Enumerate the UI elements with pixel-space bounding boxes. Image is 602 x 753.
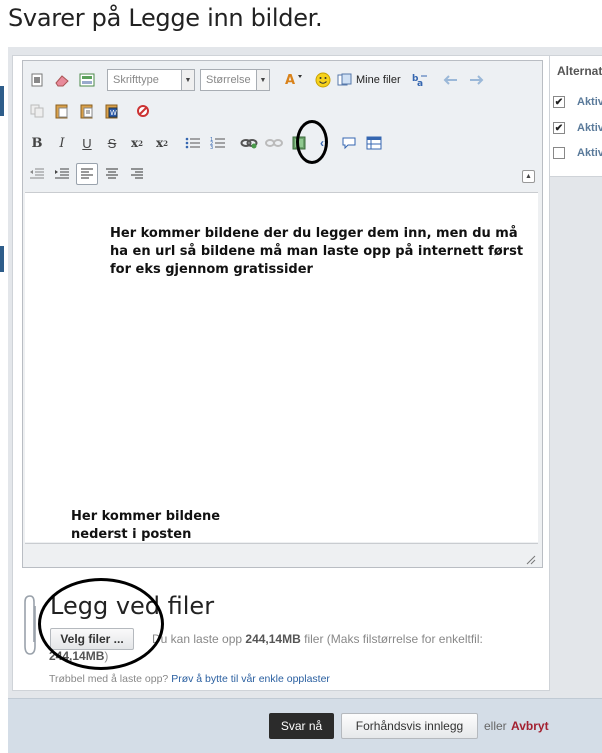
source-icon[interactable] (26, 69, 48, 91)
attach-files-title: Legg ved filer (50, 592, 215, 620)
chevron-down-icon: ▼ (256, 70, 269, 90)
numbered-list-icon[interactable]: 123 (207, 132, 229, 154)
link-icon[interactable] (238, 132, 260, 154)
choose-files-button[interactable]: Velg filer ... (50, 628, 134, 650)
sidebar-option[interactable]: Aktiver (553, 147, 602, 159)
toolbar-row (26, 162, 151, 186)
editor-text-bottom: Her kommer bildene nederst i posten (71, 509, 221, 542)
sidebar-option[interactable]: ✔ Aktiver (553, 122, 602, 134)
select-all-icon[interactable] (132, 100, 154, 122)
upload-limit-info: Du kan laste opp 244,14MB filer (Maks fi… (152, 632, 483, 646)
table-icon[interactable] (363, 132, 385, 154)
eraser-icon[interactable] (51, 69, 73, 91)
undo-icon[interactable] (440, 69, 462, 91)
submit-reply-button[interactable]: Svar nå (269, 713, 334, 739)
outdent-icon[interactable] (26, 163, 48, 185)
checkbox[interactable]: ✔ (553, 96, 565, 108)
code-icon[interactable]: ‹› (313, 132, 335, 154)
paste-icon[interactable] (51, 100, 73, 122)
underline-icon[interactable]: U (76, 132, 98, 154)
chevron-down-icon: ▼ (181, 70, 194, 90)
collapse-toolbar-icon[interactable]: ▲ (522, 170, 535, 183)
paste-word-icon[interactable]: W (101, 100, 123, 122)
editor-status-bar (25, 543, 538, 566)
superscript-icon[interactable]: x2 (151, 132, 173, 154)
bullet-list-icon[interactable] (182, 132, 204, 154)
checkbox[interactable]: ✔ (553, 122, 565, 134)
cancel-link[interactable]: Avbryt (511, 719, 549, 733)
quote-icon[interactable] (338, 132, 360, 154)
unlink-icon[interactable] (263, 132, 285, 154)
indent-icon[interactable] (51, 163, 73, 185)
subscript-icon[interactable]: x2 (126, 132, 148, 154)
align-center-icon[interactable] (101, 163, 123, 185)
page-title: Svarer på Legge inn bilder. (8, 4, 323, 32)
align-left-icon[interactable] (76, 163, 98, 185)
preview-button[interactable]: Forhåndsvis innlegg (341, 713, 478, 739)
or-text: eller (484, 719, 507, 733)
editor-text-top: Her kommer bildene der du legger dem inn… (110, 226, 524, 277)
svg-text:A: A (285, 73, 295, 88)
svg-text:W: W (110, 109, 117, 117)
paperclip-icon (24, 595, 36, 655)
my-files-button[interactable]: Mine filer (337, 73, 401, 87)
svg-text:a: a (417, 79, 423, 88)
left-edge-tab (0, 246, 4, 272)
checkbox[interactable] (553, 147, 565, 159)
upload-limit-info-cont: 244,14MB) (49, 649, 109, 663)
bold-icon[interactable]: B (26, 132, 48, 154)
left-edge-tab (0, 86, 4, 116)
sidebar-option[interactable]: ✔ Aktiver (553, 96, 602, 108)
sidebar-title: Alternativer (557, 64, 602, 78)
simple-uploader-link[interactable]: Prøv å bytte til vår enkle opplaster (171, 673, 330, 685)
copy-icon[interactable] (26, 100, 48, 122)
upload-help: Trøbbel med å laste opp? Prøv å bytte ti… (49, 673, 330, 685)
smiley-icon[interactable] (312, 69, 334, 91)
template-icon[interactable] (76, 69, 98, 91)
toolbar-row: B I U S x2 x2 123 ‹› (26, 131, 388, 155)
resize-grip-icon[interactable] (524, 553, 536, 565)
font-select[interactable]: Skrifttype ▼ (107, 69, 195, 91)
spellcheck-icon[interactable]: ba (409, 69, 431, 91)
strikethrough-icon[interactable]: S (101, 132, 123, 154)
redo-icon[interactable] (465, 69, 487, 91)
size-select[interactable]: Størrelse ▼ (200, 69, 270, 91)
files-icon (337, 73, 352, 86)
text-color-icon[interactable]: A (281, 69, 309, 91)
toolbar-row: Skrifttype ▼ Størrelse ▼ A Mine filer ba (26, 68, 490, 92)
svg-text:3: 3 (210, 145, 213, 150)
image-icon[interactable] (288, 132, 310, 154)
italic-icon[interactable]: I (51, 132, 73, 154)
paste-text-icon[interactable] (76, 100, 98, 122)
toolbar-row: W (26, 99, 157, 123)
align-right-icon[interactable] (126, 163, 148, 185)
